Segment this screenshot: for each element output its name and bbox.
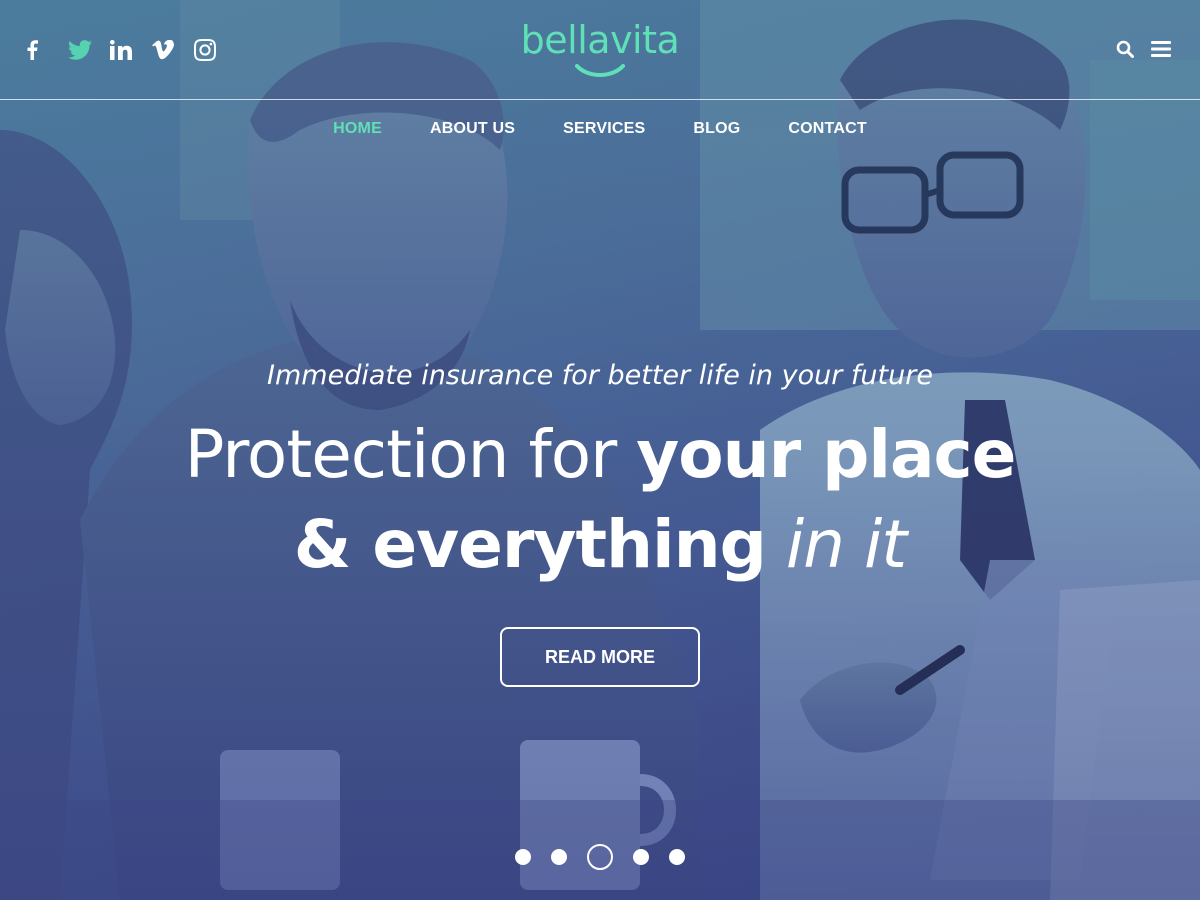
twitter-icon[interactable]	[68, 36, 110, 64]
read-more-button[interactable]: READ MORE	[500, 627, 700, 687]
headline-bold-part-1: your place	[636, 416, 1016, 493]
linkedin-icon[interactable]	[110, 36, 152, 64]
hamburger-menu-icon[interactable]	[1150, 38, 1172, 60]
headline-thin-part: Protection for	[184, 416, 637, 493]
nav-item-contact[interactable]: CONTACT	[788, 120, 866, 137]
headline-bold-part-2: & everything	[293, 506, 767, 583]
nav-item-home[interactable]: HOME	[333, 120, 382, 137]
logo-smile-mark	[575, 64, 625, 77]
site-header: bellavita	[0, 0, 1200, 100]
hero-headline: Protection for your place & everything i…	[0, 410, 1200, 590]
instagram-icon[interactable]	[194, 36, 236, 64]
headline-italic-part: in it	[765, 506, 907, 583]
hero-section: bellavita HOME ABOUT US SERVICES BLOG CO…	[0, 0, 1200, 900]
main-navigation: HOME ABOUT US SERVICES BLOG CONTACT	[0, 118, 1200, 138]
slider-pagination	[0, 844, 1200, 870]
vimeo-icon[interactable]	[152, 36, 194, 64]
slider-dot-5[interactable]	[669, 849, 685, 865]
facebook-icon[interactable]	[26, 36, 68, 64]
slider-dot-4[interactable]	[633, 849, 649, 865]
nav-item-blog[interactable]: BLOG	[693, 120, 740, 137]
logo-text: bellavita	[520, 18, 680, 62]
slider-dot-1[interactable]	[515, 849, 531, 865]
header-actions	[1114, 38, 1172, 60]
nav-item-about-us[interactable]: ABOUT US	[430, 120, 515, 137]
slider-dot-2[interactable]	[551, 849, 567, 865]
hero-tagline: Immediate insurance for better life in y…	[267, 360, 933, 391]
site-logo[interactable]: bellavita	[512, 18, 688, 80]
social-links	[26, 36, 236, 64]
slider-dot-3-active[interactable]	[587, 844, 613, 870]
nav-item-services[interactable]: SERVICES	[563, 120, 645, 137]
search-icon[interactable]	[1114, 38, 1136, 60]
